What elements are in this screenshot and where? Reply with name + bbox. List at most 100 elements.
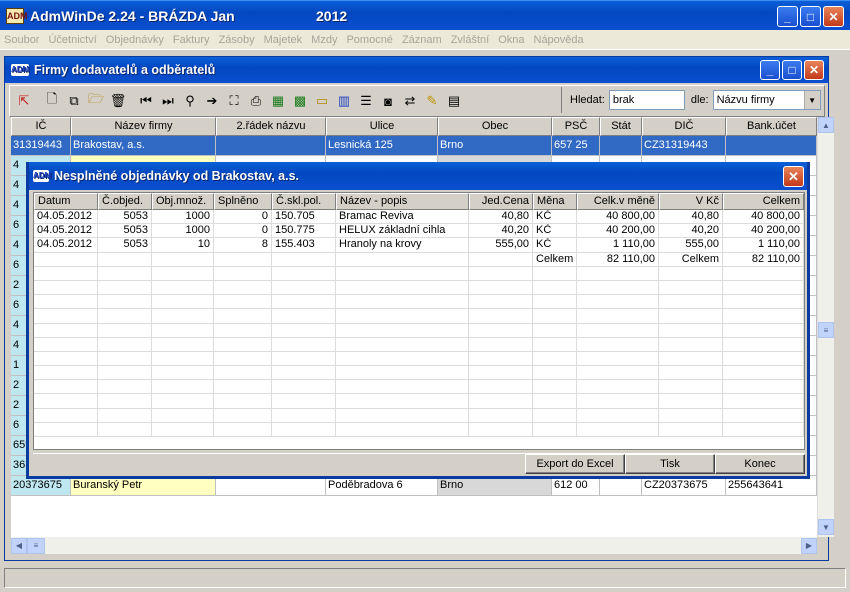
- empty-cell: [336, 394, 469, 409]
- col-vkc[interactable]: V Kč: [659, 193, 723, 210]
- search-by-select[interactable]: Názvu firmy ▼: [712, 90, 821, 110]
- empty-cell: [533, 337, 577, 352]
- empty-cell: [577, 394, 659, 409]
- col-objed[interactable]: Č.objed.: [98, 193, 152, 210]
- menu-zaznam[interactable]: Záznam: [402, 34, 442, 46]
- inner-close-button[interactable]: ✕: [804, 60, 824, 80]
- scroll-left-icon[interactable]: ◀: [11, 537, 27, 554]
- col-ic[interactable]: IČ: [11, 117, 71, 136]
- chart-icon[interactable]: ▩: [290, 91, 310, 111]
- new-icon[interactable]: 🗋: [42, 91, 62, 111]
- vertical-scrollbar[interactable]: ▲ ≡ ▼: [817, 117, 834, 537]
- open-icon[interactable]: 🗁: [86, 91, 106, 111]
- col-mena[interactable]: Měna: [533, 193, 577, 210]
- list-item[interactable]: 04.05.2012 5053 1000 0 150.775 HELUX základní…: [34, 224, 804, 239]
- order-cell: 04.05.2012: [34, 224, 98, 239]
- search-input[interactable]: [608, 90, 685, 110]
- menu-zvlastni[interactable]: Zvláštní: [451, 34, 490, 46]
- empty-cell: [577, 280, 659, 296]
- last-icon[interactable]: ⏭: [158, 91, 178, 111]
- empty-cell: [272, 408, 336, 423]
- col-objmnoz[interactable]: Obj.množ.: [152, 193, 214, 210]
- menu-ucetnictvi[interactable]: Účetnictví: [48, 34, 96, 46]
- wizard-icon[interactable]: ✎: [422, 91, 442, 111]
- export-icon[interactable]: ⇱: [14, 91, 34, 111]
- select-icon[interactable]: ⛶: [224, 91, 244, 111]
- inner-minimize-button[interactable]: _: [760, 60, 780, 80]
- horizontal-scrollbar[interactable]: ◀ ≡ ▶: [11, 537, 817, 554]
- close-button[interactable]: ✕: [823, 6, 844, 27]
- empty-cell: [272, 394, 336, 409]
- find-icon[interactable]: ⚲: [180, 91, 200, 111]
- empty-cell: [98, 295, 152, 310]
- col-bank[interactable]: Bank.účet: [726, 117, 817, 136]
- chevron-down-icon[interactable]: ▼: [803, 91, 820, 109]
- card-icon[interactable]: ▭: [312, 91, 332, 111]
- empty-cell: [723, 422, 804, 437]
- col-name[interactable]: Název firmy: [71, 117, 216, 136]
- transfer-icon[interactable]: ⇄: [400, 91, 420, 111]
- col-sklpol[interactable]: Č.skl.pol.: [272, 193, 336, 210]
- bar-chart-icon[interactable]: ▥: [334, 91, 354, 111]
- scroll-down-icon[interactable]: ▼: [818, 519, 834, 535]
- col-nazev[interactable]: Název - popis: [336, 193, 469, 210]
- notes-icon[interactable]: ▤: [444, 91, 464, 111]
- col-state[interactable]: Stát: [600, 117, 642, 136]
- empty-cell: [214, 366, 272, 381]
- export-excel-button[interactable]: Export do Excel: [525, 454, 625, 474]
- col-jedcena[interactable]: Jed.Cena: [469, 193, 533, 210]
- empty-cell: [214, 323, 272, 338]
- col-splneno[interactable]: Splněno: [214, 193, 272, 210]
- order-cell: 5053: [98, 210, 152, 225]
- col-dic[interactable]: DIČ: [642, 117, 726, 136]
- excel-icon[interactable]: ▦: [268, 91, 288, 111]
- menu-mzdy[interactable]: Mzdy: [311, 34, 337, 46]
- copy-icon[interactable]: ⧉: [64, 91, 84, 111]
- table-row[interactable]: 20373675 Buranský Petr Poděbradova 6 Brno 61…: [11, 476, 817, 496]
- col-datum[interactable]: Datum: [34, 193, 98, 210]
- maximize-button[interactable]: □: [800, 6, 821, 27]
- scroll-thumb[interactable]: ≡: [818, 322, 834, 338]
- empty-row: [34, 295, 804, 310]
- cell-city: Brno: [438, 476, 552, 496]
- inner-maximize-button[interactable]: □: [782, 60, 802, 80]
- dialog-close-button[interactable]: ✕: [783, 166, 804, 187]
- menu-pomocne[interactable]: Pomocné: [346, 34, 392, 46]
- next-icon[interactable]: ➔: [202, 91, 222, 111]
- table-row-selected[interactable]: 31319443 Brakostav, a.s. Lesnická 125 Br…: [11, 136, 817, 156]
- empty-cell: [659, 380, 723, 395]
- menu-okna[interactable]: Okna: [498, 34, 524, 46]
- cell-ic: 20373675: [11, 476, 71, 496]
- menu-faktury[interactable]: Faktury: [173, 34, 210, 46]
- hscroll-thumb[interactable]: ≡: [27, 537, 45, 554]
- list-item[interactable]: 04.05.2012 5053 10 8 155.403 Hranoly na krovy…: [34, 238, 804, 253]
- col-celkmene[interactable]: Celk.v měně: [577, 193, 659, 210]
- scroll-up-icon[interactable]: ▲: [818, 117, 834, 133]
- total-cell: [34, 252, 98, 267]
- empty-cell: [469, 280, 533, 296]
- list-item[interactable]: 04.05.2012 5053 1000 0 150.705 Bramac Reviva 4…: [34, 210, 804, 225]
- col-psc[interactable]: PSČ: [552, 117, 600, 136]
- empty-cell: [34, 337, 98, 352]
- menu-zasoby[interactable]: Zásoby: [219, 34, 255, 46]
- first-icon[interactable]: ⏮: [136, 91, 156, 111]
- menu-majetek[interactable]: Majetek: [264, 34, 303, 46]
- scroll-right-icon[interactable]: ▶: [801, 537, 817, 554]
- col-street[interactable]: Ulice: [326, 117, 438, 136]
- empty-cell: [469, 266, 533, 281]
- col-city[interactable]: Obec: [438, 117, 552, 136]
- close-dialog-button[interactable]: Konec: [715, 454, 805, 474]
- menu-soubor[interactable]: Soubor: [4, 34, 39, 46]
- menu-napoveda[interactable]: Nápověda: [534, 34, 584, 46]
- total-cell: [214, 252, 272, 267]
- col-line2[interactable]: 2.řádek názvu: [216, 117, 326, 136]
- empty-cell: [336, 295, 469, 310]
- binoculars-icon[interactable]: ◙: [378, 91, 398, 111]
- delete-icon[interactable]: 🗑: [108, 91, 128, 111]
- print-icon[interactable]: ⎙: [246, 91, 266, 111]
- col-celkem[interactable]: Celkem: [723, 193, 804, 210]
- print-button[interactable]: Tisk: [625, 454, 715, 474]
- minimize-button[interactable]: _: [777, 6, 798, 27]
- menu-objednavky[interactable]: Objednávky: [106, 34, 164, 46]
- list-icon[interactable]: ☰: [356, 91, 376, 111]
